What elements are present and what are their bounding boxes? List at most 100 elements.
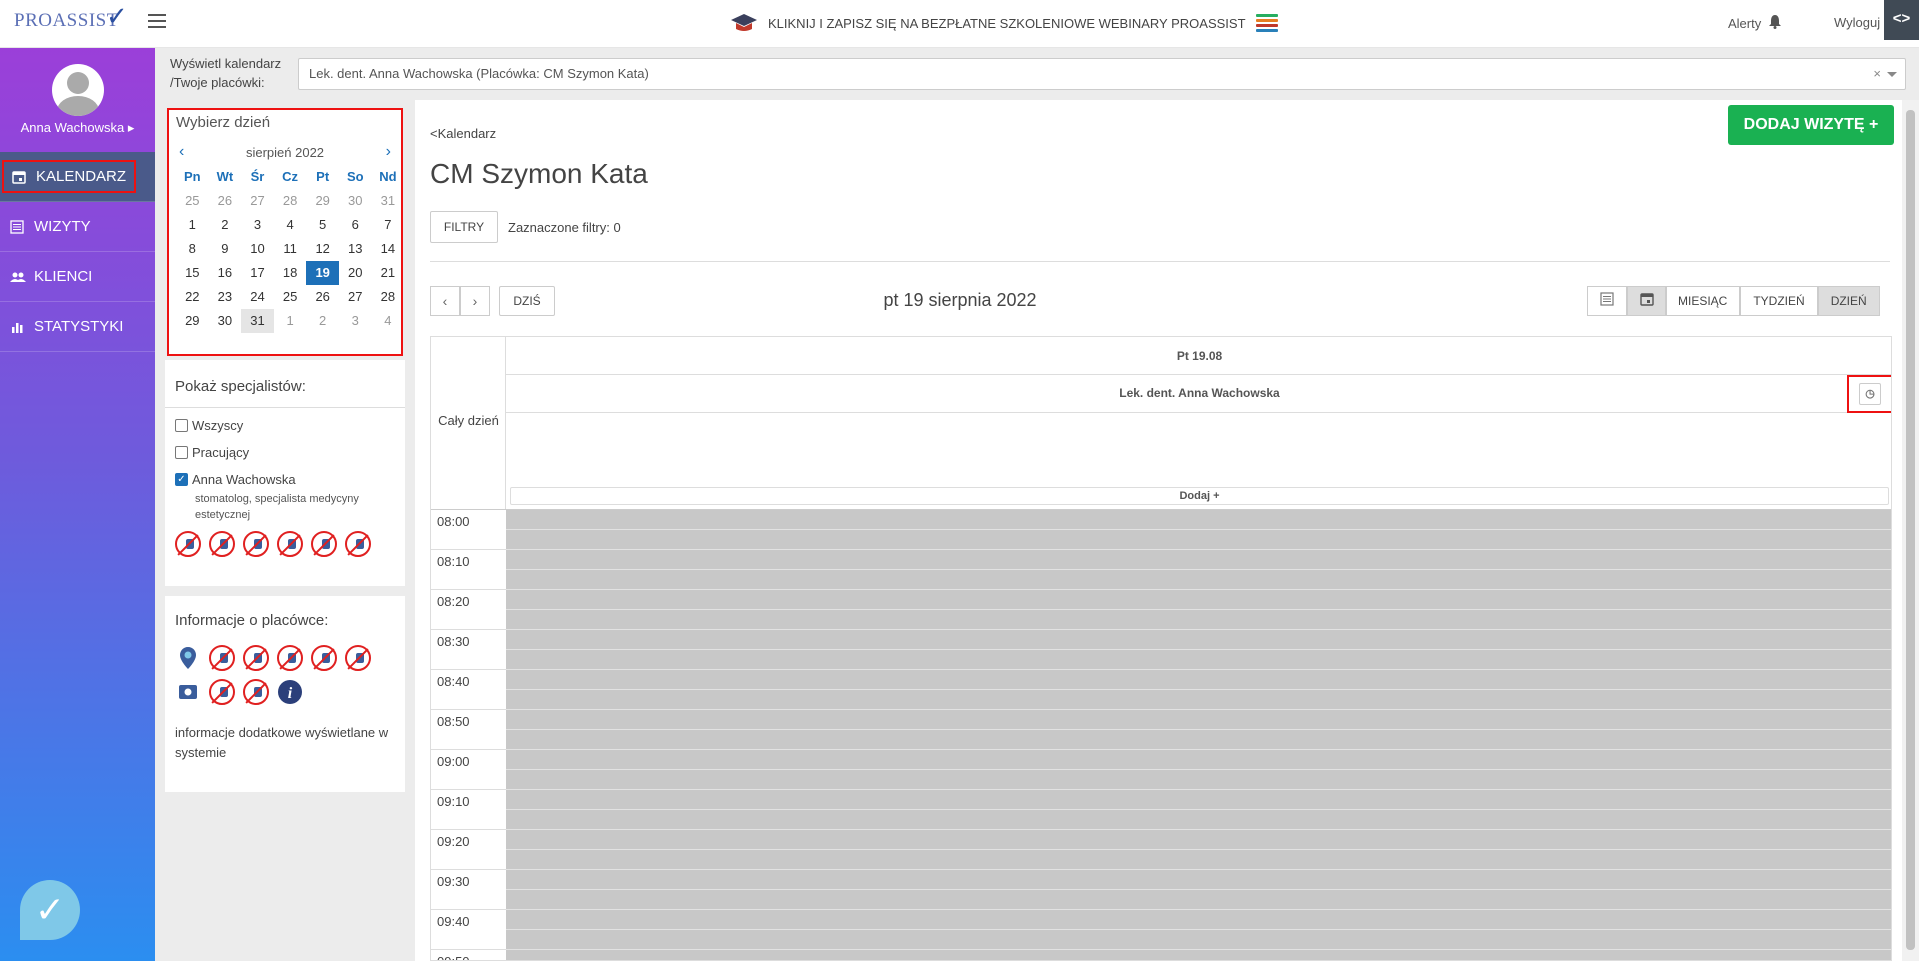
- calendar-day[interactable]: 28: [274, 189, 307, 213]
- unavailable-slot[interactable]: [506, 790, 1891, 830]
- calendar-day[interactable]: 13: [339, 237, 372, 261]
- calendar-day[interactable]: 23: [209, 285, 242, 309]
- calendar-day[interactable]: 7: [372, 213, 405, 237]
- calendar-day[interactable]: 29: [306, 189, 339, 213]
- alerts-button[interactable]: Alerty: [1728, 15, 1782, 32]
- sidebar-item-wizyty[interactable]: WIZYTY: [0, 202, 155, 252]
- webinar-promo-link[interactable]: KLIKNIJ I ZAPISZ SIĘ NA BEZPŁATNE SZKOLE…: [730, 12, 1278, 34]
- page-scrollbar[interactable]: [1902, 100, 1919, 961]
- sidebar-item-kalendarz[interactable]: KALENDARZ: [0, 152, 155, 202]
- calendar-day[interactable]: 5: [306, 213, 339, 237]
- proassist-logo[interactable]: PROASSIST ✓: [14, 2, 128, 32]
- unavailable-slot[interactable]: [506, 950, 1891, 960]
- calendar-day[interactable]: 16: [209, 261, 242, 285]
- unavailable-slot[interactable]: [506, 510, 1891, 550]
- time-slot-row: 08:20: [431, 590, 1891, 630]
- unavailable-slot[interactable]: [506, 630, 1891, 670]
- menu-toggle-icon[interactable]: [148, 14, 166, 28]
- calendar-icon: [1640, 293, 1654, 309]
- calendar-day[interactable]: 30: [209, 309, 242, 333]
- specialist-hours-button[interactable]: ◷: [1847, 375, 1891, 413]
- calendar-day[interactable]: 22: [176, 285, 209, 309]
- no-feature-icon: [345, 645, 371, 671]
- calendar-day[interactable]: 24: [241, 285, 274, 309]
- calendar-day[interactable]: 26: [209, 189, 242, 213]
- sidebar-item-statystyki[interactable]: STATYSTYKI: [0, 302, 155, 352]
- calendar-day[interactable]: 15: [176, 261, 209, 285]
- checkmark-badge-icon[interactable]: ✓: [20, 880, 80, 940]
- add-all-day-button[interactable]: Dodaj +: [510, 487, 1889, 505]
- specialist-checkbox[interactable]: ✓: [175, 473, 188, 486]
- next-month-button[interactable]: ›: [386, 143, 391, 161]
- calendar-day[interactable]: 27: [339, 285, 372, 309]
- month-grid: Pn Wt Śr Cz Pt So Nd 25 26 27 28 29 30 31 1 2 3 4 5 6 7 8 9 10 1…: [176, 165, 397, 333]
- avatar[interactable]: [52, 64, 104, 116]
- unavailable-slot[interactable]: [506, 910, 1891, 950]
- calendar-day[interactable]: 26: [306, 285, 339, 309]
- logout-link[interactable]: Wyloguj: [1834, 15, 1880, 30]
- calendar-day[interactable]: 18: [274, 261, 307, 285]
- calendar-day[interactable]: 20: [339, 261, 372, 285]
- calendar-view-button[interactable]: [1627, 286, 1667, 316]
- unavailable-slot[interactable]: [506, 590, 1891, 630]
- sidebar-item-klienci[interactable]: KLIENCI: [0, 252, 155, 302]
- calendar-day[interactable]: 25: [274, 285, 307, 309]
- calendar-day[interactable]: 4: [274, 213, 307, 237]
- week-view-button[interactable]: TYDZIEŃ: [1740, 286, 1818, 316]
- calendar-day[interactable]: 25: [176, 189, 209, 213]
- unavailable-slot[interactable]: [506, 750, 1891, 790]
- calendar-day[interactable]: 3: [339, 309, 372, 333]
- calendar-day[interactable]: 9: [209, 237, 242, 261]
- graduation-cap-icon: [730, 12, 758, 34]
- weekday-header: Cz: [282, 169, 299, 184]
- calendar-day[interactable]: 4: [372, 309, 405, 333]
- calendar-day[interactable]: 31: [372, 189, 405, 213]
- calendar-day[interactable]: 8: [176, 237, 209, 261]
- calendar-day[interactable]: 28: [372, 285, 405, 309]
- unavailable-slot[interactable]: [506, 830, 1891, 870]
- calendar-day[interactable]: 2: [306, 309, 339, 333]
- calendar-day[interactable]: 1: [274, 309, 307, 333]
- sidebar-item-label: KALENDARZ: [36, 168, 127, 185]
- add-visit-button[interactable]: DODAJ WIZYTĘ +: [1728, 105, 1894, 145]
- filters-button[interactable]: FILTRY: [430, 211, 498, 243]
- calendar-day[interactable]: 1: [176, 213, 209, 237]
- calendar-day[interactable]: 17: [241, 261, 274, 285]
- calendar-day[interactable]: 3: [241, 213, 274, 237]
- unavailable-slot[interactable]: [506, 550, 1891, 590]
- code-toggle-button[interactable]: <>: [1884, 0, 1919, 40]
- unavailable-slot[interactable]: [506, 870, 1891, 910]
- calendar-day[interactable]: 27: [241, 189, 274, 213]
- calendar-day[interactable]: 31: [241, 309, 274, 333]
- calendar-day[interactable]: 2: [209, 213, 242, 237]
- user-menu[interactable]: Anna Wachowska ▸: [0, 120, 155, 136]
- calendar-day[interactable]: 11: [274, 237, 307, 261]
- working-checkbox[interactable]: [175, 446, 188, 459]
- unavailable-slot[interactable]: [506, 670, 1891, 710]
- sidebar-item-label: KLIENCI: [34, 268, 93, 285]
- all-checkbox[interactable]: [175, 419, 188, 432]
- calendar-day[interactable]: 12: [306, 237, 339, 261]
- calendar-day[interactable]: 29: [176, 309, 209, 333]
- date-picker-title: Wybierz dzień: [176, 114, 271, 131]
- calendar-day[interactable]: 10: [241, 237, 274, 261]
- back-to-calendar-link[interactable]: <Kalendarz: [430, 126, 496, 141]
- selected-day[interactable]: 19: [306, 261, 339, 285]
- day-view-button[interactable]: DZIEŃ: [1817, 286, 1880, 316]
- calendar-day[interactable]: 14: [372, 237, 405, 261]
- list-view-button[interactable]: [1587, 286, 1627, 316]
- clear-selection-icon[interactable]: ×: [1873, 66, 1881, 81]
- specialist-name: Anna Wachowska: [192, 472, 296, 487]
- calendar-select[interactable]: Lek. dent. Anna Wachowska (Placówka: CM …: [298, 58, 1906, 90]
- calendar-day[interactable]: 21: [372, 261, 405, 285]
- date-picker: Wybierz dzień ‹ sierpień 2022 › Pn Wt Śr Cz…: [167, 108, 403, 356]
- no-feature-icon: [243, 531, 269, 557]
- working-label: Pracujący: [192, 445, 250, 460]
- prev-month-button[interactable]: ‹: [179, 143, 184, 161]
- facility-info-text: informacje dodatkowe wyświetlane w syste…: [175, 725, 389, 760]
- calendar-day[interactable]: 30: [339, 189, 372, 213]
- unavailable-slot[interactable]: [506, 710, 1891, 750]
- month-view-button[interactable]: MIESIĄC: [1665, 286, 1741, 316]
- calendar-day[interactable]: 6: [339, 213, 372, 237]
- chevron-down-icon[interactable]: [1887, 72, 1897, 77]
